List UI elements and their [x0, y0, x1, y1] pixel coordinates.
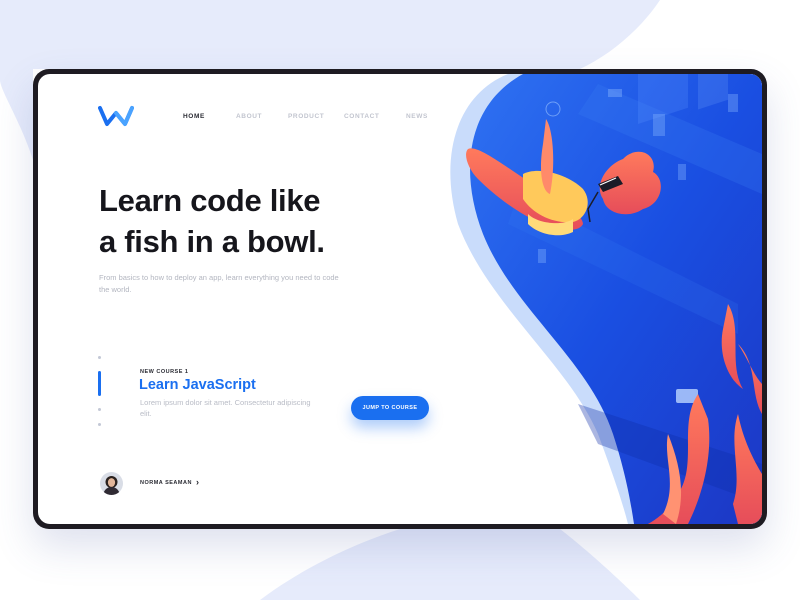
brand-logo-icon[interactable]: [98, 104, 134, 128]
hero-subtitle: From basics to how to deploy an app, lea…: [99, 273, 339, 294]
author-name[interactable]: NORMA SEAMAN: [140, 480, 192, 486]
avatar[interactable]: [100, 472, 123, 495]
course-title[interactable]: Learn JavaScript: [139, 377, 256, 393]
hero-title: Learn code like a fish in a bowl.: [99, 180, 399, 262]
course-label: NEW COURSE 1: [140, 369, 189, 375]
nav-item-home[interactable]: HOME: [183, 113, 205, 120]
jump-to-course-button[interactable]: JUMP TO COURSE: [351, 396, 429, 420]
nav-item-product[interactable]: PRODUCT: [288, 113, 324, 120]
screen: HOME ABOUT PRODUCT CONTACT NEWS Learn co…: [38, 74, 762, 524]
avatar-image: [100, 472, 123, 495]
nav-item-about[interactable]: ABOUT: [236, 113, 262, 120]
slider-active-indicator[interactable]: [98, 371, 101, 396]
hero-title-line1: Learn code like: [99, 183, 321, 218]
chevron-right-icon[interactable]: ›: [196, 477, 199, 487]
hero-illustration: [450, 74, 762, 524]
slider-dot-4[interactable]: [98, 423, 101, 426]
nav-item-contact[interactable]: CONTACT: [344, 113, 380, 120]
nav-item-news[interactable]: NEWS: [406, 113, 428, 120]
slider-dot-3[interactable]: [98, 408, 101, 411]
hero-title-line2: a fish in a bowl.: [99, 224, 325, 259]
slider-dot-1[interactable]: [98, 356, 101, 359]
course-description: Lorem ipsum dolor sit amet. Consectetur …: [140, 398, 311, 418]
